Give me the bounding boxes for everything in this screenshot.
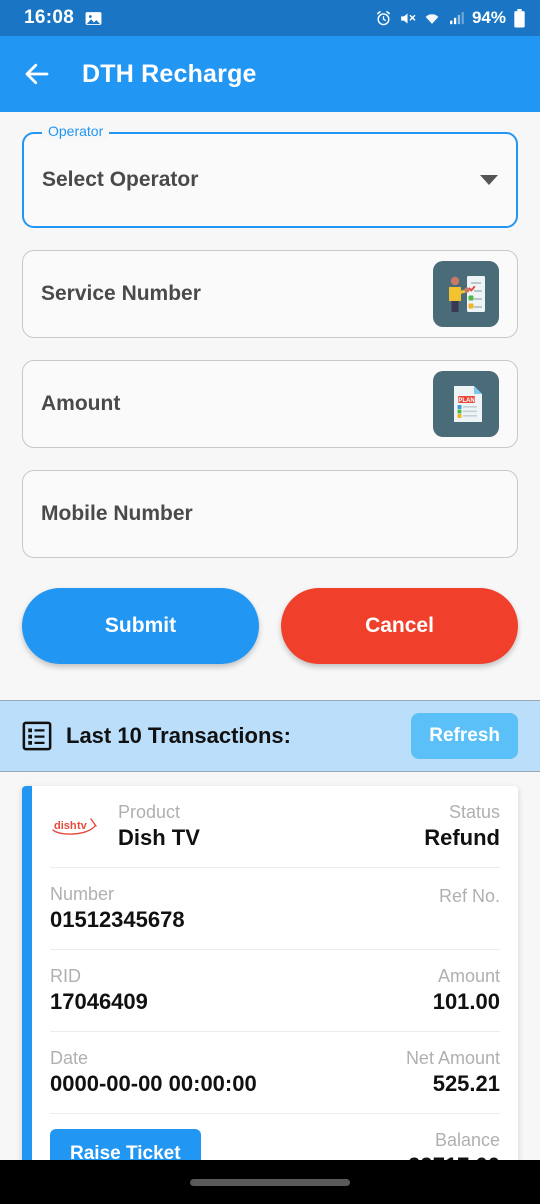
rid-cell: RID 17046409: [50, 964, 148, 1017]
image-icon: [84, 9, 103, 28]
status-time: 16:08: [24, 7, 75, 28]
product-key: Product: [118, 802, 181, 822]
back-arrow-icon[interactable]: [22, 59, 52, 89]
service-lookup-icon[interactable]: [433, 261, 499, 327]
service-number-input[interactable]: Service Number: [22, 250, 518, 338]
net-amount-value: 525.21: [432, 1070, 500, 1096]
form-actions: Submit Cancel: [0, 580, 540, 664]
battery-percent: 94%: [471, 8, 506, 27]
rid-key: RID: [50, 965, 81, 986]
net-amount-cell: Net Amount 525.21: [406, 1046, 500, 1099]
plan-document-icon[interactable]: PLAN: [433, 371, 499, 437]
chevron-down-icon[interactable]: [480, 175, 498, 185]
cancel-button[interactable]: Cancel: [281, 588, 518, 664]
status-badge: Refund: [424, 825, 500, 851]
transactions-list: dish tv Product Dish TV Status Refund Nu…: [0, 772, 540, 1204]
system-nav-bar: [0, 1160, 540, 1204]
amount-value: 101.00: [432, 989, 500, 1015]
transactions-title: Last 10 Transactions:: [66, 723, 291, 748]
amount-placeholder: Amount: [41, 392, 121, 415]
signal-icon: [448, 10, 465, 27]
amount-cell: Amount 101.00: [433, 964, 500, 1017]
phone-screen: 16:08 94% DTH Recharge Operator Select O…: [0, 0, 540, 1204]
date-key: Date: [50, 1047, 89, 1068]
gesture-pill[interactable]: [190, 1178, 350, 1186]
svg-text:dish: dish: [54, 820, 77, 832]
date-cell: Date 0000-00-00 00:00:00: [50, 1046, 257, 1099]
number-key: Number: [50, 883, 115, 904]
amount-key: Amount: [437, 965, 500, 986]
app-bar: DTH Recharge: [0, 36, 540, 112]
recharge-form: Operator Select Operator Service Number: [0, 112, 540, 558]
card-accent-stripe: [22, 786, 32, 1195]
transactions-header: Last 10 Transactions: Refresh: [0, 700, 540, 772]
date-net-row: Date 0000-00-00 00:00:00 Net Amount 525.…: [50, 1032, 500, 1114]
submit-button[interactable]: Submit: [22, 588, 259, 664]
transaction-details: dish tv Product Dish TV Status Refund Nu…: [32, 786, 518, 1194]
rid-value: 17046409: [50, 989, 148, 1015]
svg-text:tv: tv: [77, 820, 88, 832]
rid-amount-row: RID 17046409 Amount 101.00: [50, 950, 500, 1032]
product-cell: dish tv Product Dish TV: [50, 800, 200, 853]
ref-cell: Ref No.: [439, 884, 500, 934]
status-bar-left: 16:08: [24, 7, 103, 29]
battery-icon: [513, 8, 526, 28]
service-number-placeholder: Service Number: [41, 282, 201, 305]
operator-select[interactable]: Operator Select Operator: [22, 123, 518, 228]
page-title: DTH Recharge: [82, 59, 257, 88]
mute-icon: [399, 10, 416, 27]
number-value: 01512345678: [50, 907, 185, 933]
mobile-number-placeholder: Mobile Number: [41, 502, 193, 525]
operator-value: Select Operator: [42, 168, 199, 191]
status-bar-right: 94%: [375, 8, 526, 28]
list-icon: [22, 721, 52, 751]
status-bar: 16:08 94%: [0, 0, 540, 36]
dishtv-logo: dish tv: [50, 813, 106, 839]
ref-key: Ref No.: [438, 886, 500, 907]
balance-key: Balance: [434, 1129, 500, 1150]
product-status-row: dish tv Product Dish TV Status Refund: [50, 786, 500, 868]
status-key: Status: [448, 802, 500, 822]
product-value: Dish TV: [118, 825, 200, 851]
operator-label: Operator: [42, 123, 110, 139]
number-ref-row: Number 01512345678 Ref No.: [50, 868, 500, 950]
svg-text:PLAN: PLAN: [458, 398, 474, 404]
wifi-icon: [423, 10, 441, 27]
net-amount-key: Net Amount: [405, 1047, 500, 1068]
alarm-icon: [375, 10, 392, 27]
status-cell: Status Refund: [424, 800, 500, 853]
refresh-button[interactable]: Refresh: [411, 713, 518, 759]
date-value: 0000-00-00 00:00:00: [50, 1070, 257, 1096]
table-row[interactable]: dish tv Product Dish TV Status Refund Nu…: [22, 786, 518, 1195]
amount-input[interactable]: Amount PLAN: [22, 360, 518, 448]
product-text: Product Dish TV: [118, 800, 200, 853]
mobile-number-input[interactable]: Mobile Number: [22, 470, 518, 558]
number-cell: Number 01512345678: [50, 882, 185, 935]
